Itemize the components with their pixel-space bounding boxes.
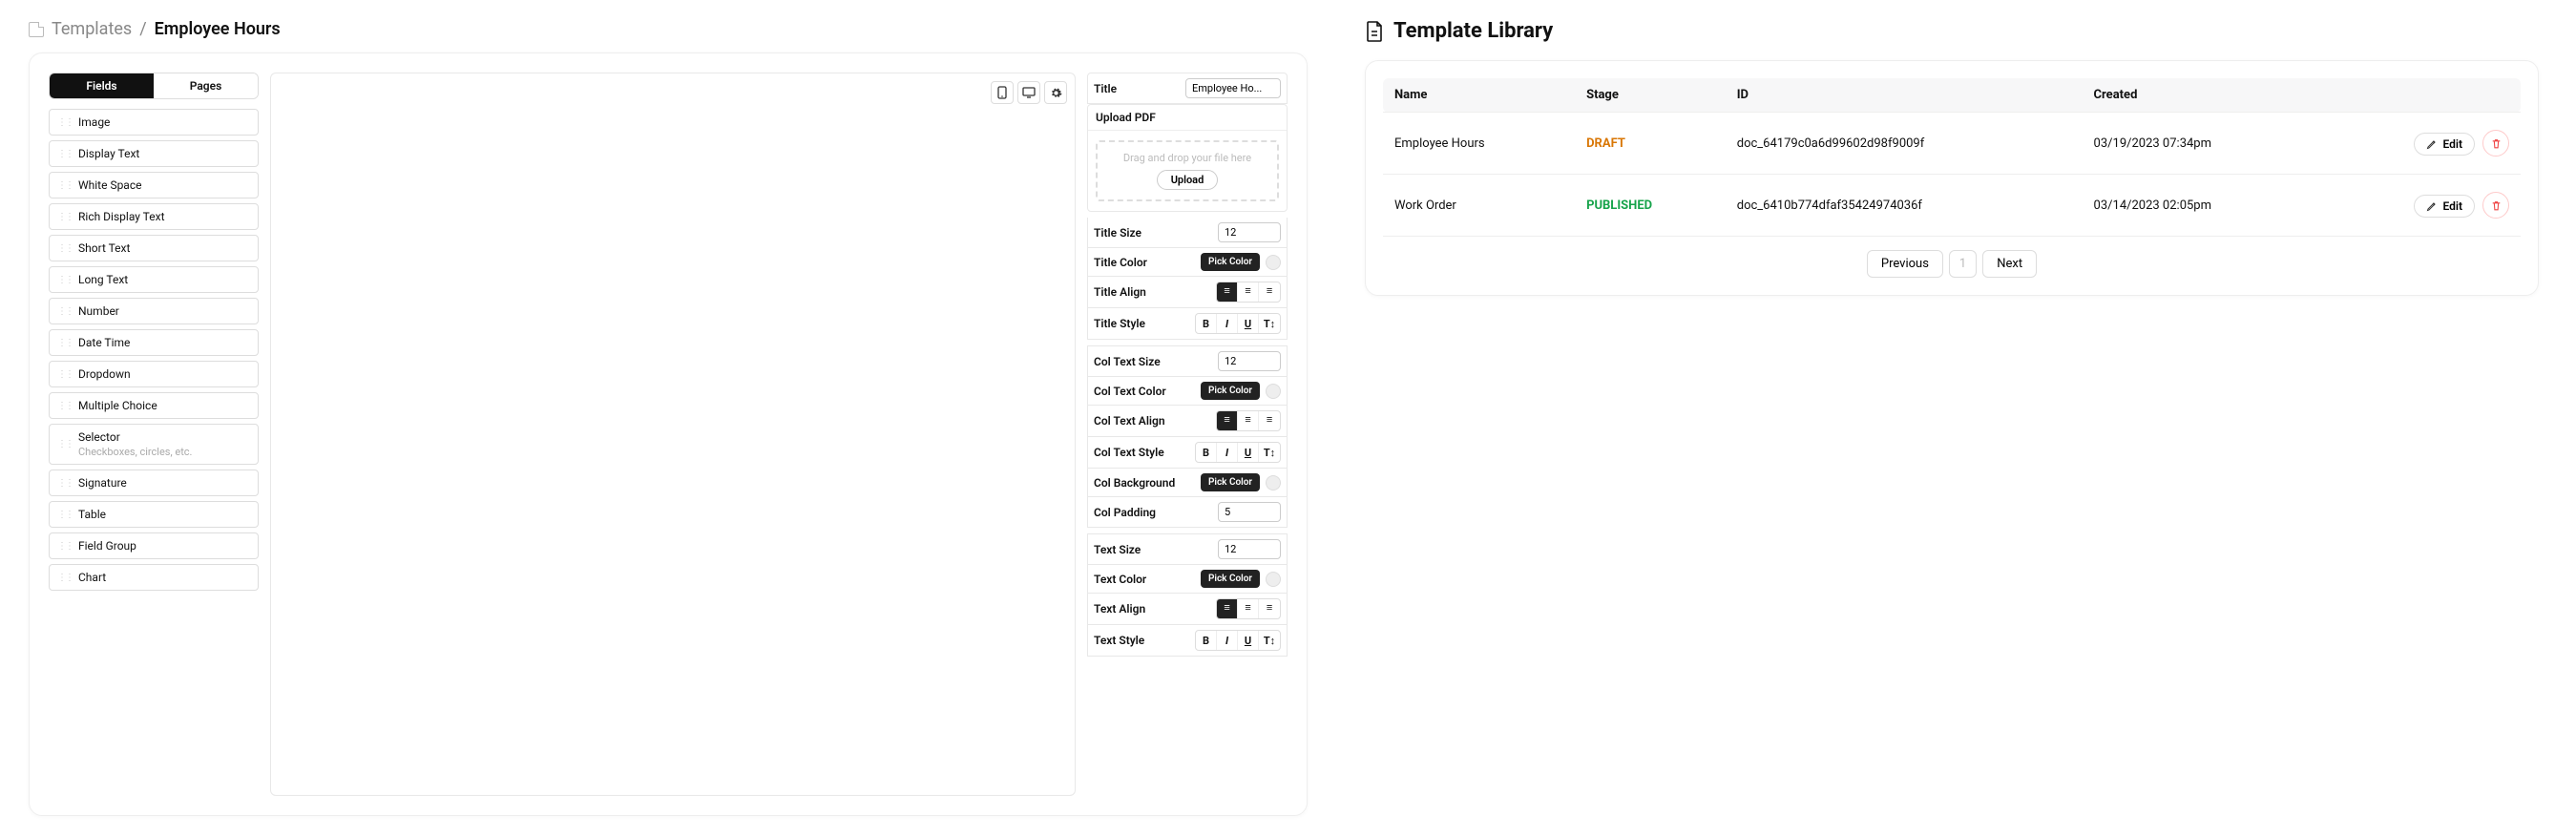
title-align-group[interactable]: ≡≡≡ [1216, 282, 1281, 303]
col-id: ID [1726, 78, 2083, 113]
text-size-input[interactable] [1218, 539, 1281, 559]
breadcrumb-current: Employee Hours [155, 19, 281, 39]
template-builder: Fields Pages ⋮⋮Image ⋮⋮Display Text ⋮⋮Whit… [29, 52, 1308, 816]
cell-created: 03/14/2023 02:05pm [2083, 175, 2321, 237]
field-white-space[interactable]: ⋮⋮White Space [49, 172, 259, 198]
grip-icon: ⋮⋮ [57, 306, 73, 317]
cell-id: doc_6410b774dfaf35424974036f [1726, 175, 2083, 237]
col-text-color-button[interactable]: Pick Color [1201, 382, 1260, 400]
mobile-view-button[interactable] [991, 81, 1014, 104]
col-stage: Stage [1575, 78, 1726, 113]
cell-name: Employee Hours [1383, 113, 1575, 175]
grip-icon: ⋮⋮ [57, 401, 73, 411]
upload-dropzone[interactable]: Drag and drop your file here Upload [1096, 140, 1279, 201]
library-card: NameStageIDCreated Employee HoursDRAFTdo… [1365, 60, 2539, 296]
cell-stage: DRAFT [1575, 113, 1726, 175]
grip-icon: ⋮⋮ [57, 117, 73, 128]
grip-icon: ⋮⋮ [57, 275, 73, 285]
col-actions [2321, 78, 2521, 113]
field-field-group[interactable]: ⋮⋮Field Group [49, 532, 259, 559]
title-size-input[interactable] [1218, 222, 1281, 242]
table-row: Work OrderPUBLISHEDdoc_6410b774dfaf35424… [1383, 175, 2521, 237]
col-text-color-swatch [1266, 384, 1281, 399]
col-padding-input[interactable] [1218, 502, 1281, 522]
grip-icon: ⋮⋮ [57, 478, 73, 489]
prop-title: Title [1087, 73, 1288, 104]
title-style-group[interactable]: BIUT↕ [1195, 313, 1281, 334]
delete-button[interactable] [2482, 192, 2509, 219]
field-multiple-choice[interactable]: ⋮⋮Multiple Choice [49, 392, 259, 419]
breadcrumb: Templates / Employee Hours [29, 19, 1308, 39]
library-table: NameStageIDCreated Employee HoursDRAFTdo… [1383, 78, 2521, 237]
field-table[interactable]: ⋮⋮Table [49, 501, 259, 528]
tab-fields[interactable]: Fields [50, 73, 154, 98]
breadcrumb-root[interactable]: Templates [52, 19, 132, 39]
grip-icon: ⋮⋮ [57, 212, 73, 222]
properties-panel: Title Upload PDF Drag and drop your file… [1087, 73, 1288, 796]
field-short-text[interactable]: ⋮⋮Short Text [49, 235, 259, 261]
document-icon [29, 22, 44, 37]
grip-icon: ⋮⋮ [57, 243, 73, 254]
previous-button[interactable]: Previous [1867, 250, 1943, 278]
field-signature[interactable]: ⋮⋮Signature [49, 470, 259, 496]
title-input[interactable] [1185, 78, 1281, 98]
upload-button[interactable]: Upload [1157, 170, 1219, 190]
delete-button[interactable] [2482, 130, 2509, 157]
title-color-button[interactable]: Pick Color [1201, 253, 1260, 271]
table-row: Employee HoursDRAFTdoc_64179c0a6d99602d9… [1383, 113, 2521, 175]
col-text-size-input[interactable] [1218, 351, 1281, 371]
field-dropdown[interactable]: ⋮⋮Dropdown [49, 361, 259, 387]
desktop-view-button[interactable] [1017, 81, 1040, 104]
field-chart[interactable]: ⋮⋮Chart [49, 564, 259, 591]
field-selector[interactable]: ⋮⋮SelectorCheckboxes, circles, etc. [49, 424, 259, 465]
col-bg-swatch [1266, 475, 1281, 491]
field-image[interactable]: ⋮⋮Image [49, 109, 259, 136]
grip-icon: ⋮⋮ [57, 369, 73, 380]
grip-icon: ⋮⋮ [57, 180, 73, 191]
text-style-group[interactable]: BIUT↕ [1195, 630, 1281, 651]
sidebar-tabs: Fields Pages [49, 73, 259, 99]
grip-icon: ⋮⋮ [57, 439, 73, 449]
breadcrumb-sep: / [139, 19, 146, 39]
cell-id: doc_64179c0a6d99602d98f9009f [1726, 113, 2083, 175]
col-name: Name [1383, 78, 1575, 113]
page-number: 1 [1949, 250, 1977, 278]
field-long-text[interactable]: ⋮⋮Long Text [49, 266, 259, 293]
grip-icon: ⋮⋮ [57, 510, 73, 520]
cell-stage: PUBLISHED [1575, 175, 1726, 237]
edit-button[interactable]: Edit [2414, 195, 2475, 218]
field-rich-display-text[interactable]: ⋮⋮Rich Display Text [49, 203, 259, 230]
pager: Previous 1 Next [1383, 250, 2521, 278]
cell-name: Work Order [1383, 175, 1575, 237]
col-created: Created [2083, 78, 2321, 113]
library-title: Template Library [1365, 19, 2539, 43]
col-bg-button[interactable]: Pick Color [1201, 473, 1260, 491]
col-text-style-group[interactable]: BIUT↕ [1195, 442, 1281, 463]
text-align-group[interactable]: ≡≡≡ [1216, 598, 1281, 619]
field-date-time[interactable]: ⋮⋮Date Time [49, 329, 259, 356]
grip-icon: ⋮⋮ [57, 541, 73, 552]
cell-created: 03/19/2023 07:34pm [2083, 113, 2321, 175]
col-text-align-group[interactable]: ≡≡≡ [1216, 410, 1281, 431]
tab-pages[interactable]: Pages [154, 73, 258, 98]
canvas[interactable] [270, 73, 1076, 796]
title-color-swatch [1266, 255, 1281, 270]
text-color-button[interactable]: Pick Color [1201, 570, 1260, 588]
next-button[interactable]: Next [1982, 250, 2037, 278]
text-color-swatch [1266, 572, 1281, 587]
settings-button[interactable] [1044, 81, 1067, 104]
field-sidebar: Fields Pages ⋮⋮Image ⋮⋮Display Text ⋮⋮Whit… [49, 73, 259, 796]
edit-button[interactable]: Edit [2414, 133, 2475, 156]
field-number[interactable]: ⋮⋮Number [49, 298, 259, 324]
grip-icon: ⋮⋮ [57, 573, 73, 583]
field-display-text[interactable]: ⋮⋮Display Text [49, 140, 259, 167]
prop-upload-pdf: Upload PDF Drag and drop your file here … [1087, 104, 1288, 212]
grip-icon: ⋮⋮ [57, 338, 73, 348]
grip-icon: ⋮⋮ [57, 149, 73, 159]
